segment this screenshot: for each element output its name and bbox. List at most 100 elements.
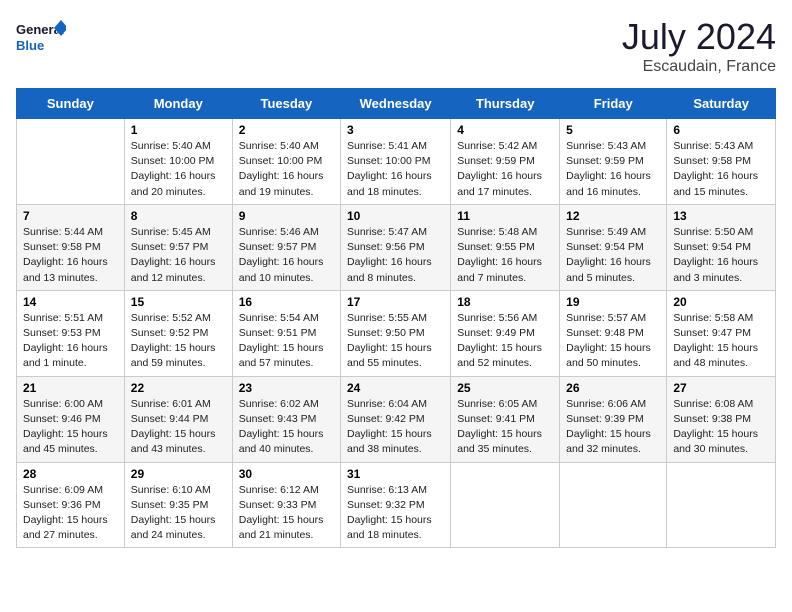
- day-cell: 21 Sunrise: 6:00 AMSunset: 9:46 PMDayligh…: [17, 376, 125, 462]
- day-number: 29: [131, 467, 226, 481]
- day-info: Sunrise: 6:09 AMSunset: 9:36 PMDaylight:…: [23, 483, 118, 544]
- day-cell: 7 Sunrise: 5:44 AMSunset: 9:58 PMDaylight…: [17, 204, 125, 290]
- day-cell: 28 Sunrise: 6:09 AMSunset: 9:36 PMDayligh…: [17, 462, 125, 548]
- header: General Blue July 2024 Escaudain, France: [16, 16, 776, 76]
- week-row-2: 7 Sunrise: 5:44 AMSunset: 9:58 PMDaylight…: [17, 204, 776, 290]
- day-info: Sunrise: 5:40 AMSunset: 10:00 PMDaylight…: [239, 139, 334, 200]
- day-info: Sunrise: 5:54 AMSunset: 9:51 PMDaylight:…: [239, 311, 334, 372]
- day-info: Sunrise: 5:42 AMSunset: 9:59 PMDaylight:…: [457, 139, 553, 200]
- week-row-1: 1 Sunrise: 5:40 AMSunset: 10:00 PMDayligh…: [17, 119, 776, 205]
- day-cell: 5 Sunrise: 5:43 AMSunset: 9:59 PMDaylight…: [560, 119, 667, 205]
- day-info: Sunrise: 6:12 AMSunset: 9:33 PMDaylight:…: [239, 483, 334, 544]
- day-number: 23: [239, 381, 334, 395]
- subtitle: Escaudain, France: [622, 58, 776, 76]
- day-number: 16: [239, 295, 334, 309]
- day-info: Sunrise: 5:43 AMSunset: 9:59 PMDaylight:…: [566, 139, 660, 200]
- day-number: 8: [131, 209, 226, 223]
- day-number: 14: [23, 295, 118, 309]
- day-number: 13: [673, 209, 769, 223]
- day-number: 7: [23, 209, 118, 223]
- day-cell: 23 Sunrise: 6:02 AMSunset: 9:43 PMDayligh…: [232, 376, 340, 462]
- title-area: July 2024 Escaudain, France: [622, 16, 776, 76]
- day-info: Sunrise: 6:06 AMSunset: 9:39 PMDaylight:…: [566, 397, 660, 458]
- col-header-friday: Friday: [560, 89, 667, 119]
- day-number: 12: [566, 209, 660, 223]
- day-cell: [451, 462, 560, 548]
- day-number: 30: [239, 467, 334, 481]
- day-info: Sunrise: 6:01 AMSunset: 9:44 PMDaylight:…: [131, 397, 226, 458]
- day-info: Sunrise: 5:48 AMSunset: 9:55 PMDaylight:…: [457, 225, 553, 286]
- logo: General Blue: [16, 16, 66, 60]
- day-info: Sunrise: 5:45 AMSunset: 9:57 PMDaylight:…: [131, 225, 226, 286]
- day-number: 24: [347, 381, 444, 395]
- day-number: 3: [347, 123, 444, 137]
- day-cell: 10 Sunrise: 5:47 AMSunset: 9:56 PMDayligh…: [341, 204, 451, 290]
- day-number: 2: [239, 123, 334, 137]
- day-number: 5: [566, 123, 660, 137]
- day-cell: 19 Sunrise: 5:57 AMSunset: 9:48 PMDayligh…: [560, 290, 667, 376]
- day-number: 28: [23, 467, 118, 481]
- day-number: 25: [457, 381, 553, 395]
- day-cell: 17 Sunrise: 5:55 AMSunset: 9:50 PMDayligh…: [341, 290, 451, 376]
- day-info: Sunrise: 5:58 AMSunset: 9:47 PMDaylight:…: [673, 311, 769, 372]
- day-cell: 29 Sunrise: 6:10 AMSunset: 9:35 PMDayligh…: [124, 462, 232, 548]
- day-info: Sunrise: 5:47 AMSunset: 9:56 PMDaylight:…: [347, 225, 444, 286]
- day-cell: [667, 462, 776, 548]
- day-cell: 13 Sunrise: 5:50 AMSunset: 9:54 PMDayligh…: [667, 204, 776, 290]
- day-info: Sunrise: 6:13 AMSunset: 9:32 PMDaylight:…: [347, 483, 444, 544]
- day-info: Sunrise: 5:56 AMSunset: 9:49 PMDaylight:…: [457, 311, 553, 372]
- day-info: Sunrise: 5:40 AMSunset: 10:00 PMDaylight…: [131, 139, 226, 200]
- day-cell: 26Sunrise: 6:06 AMSunset: 9:39 PMDayligh…: [560, 376, 667, 462]
- day-number: 10: [347, 209, 444, 223]
- week-row-5: 28 Sunrise: 6:09 AMSunset: 9:36 PMDayligh…: [17, 462, 776, 548]
- day-cell: 16 Sunrise: 5:54 AMSunset: 9:51 PMDayligh…: [232, 290, 340, 376]
- day-number: 1: [131, 123, 226, 137]
- day-cell: 2 Sunrise: 5:40 AMSunset: 10:00 PMDayligh…: [232, 119, 340, 205]
- day-number: 20: [673, 295, 769, 309]
- main-title: July 2024: [622, 16, 776, 58]
- day-info: Sunrise: 6:05 AMSunset: 9:41 PMDaylight:…: [457, 397, 553, 458]
- week-row-3: 14 Sunrise: 5:51 AMSunset: 9:53 PMDayligh…: [17, 290, 776, 376]
- day-number: 21: [23, 381, 118, 395]
- day-number: 18: [457, 295, 553, 309]
- day-cell: 11 Sunrise: 5:48 AMSunset: 9:55 PMDayligh…: [451, 204, 560, 290]
- day-cell: 1 Sunrise: 5:40 AMSunset: 10:00 PMDayligh…: [124, 119, 232, 205]
- day-info: Sunrise: 5:44 AMSunset: 9:58 PMDaylight:…: [23, 225, 118, 286]
- day-info: Sunrise: 6:00 AMSunset: 9:46 PMDaylight:…: [23, 397, 118, 458]
- day-cell: 30 Sunrise: 6:12 AMSunset: 9:33 PMDayligh…: [232, 462, 340, 548]
- day-cell: 18 Sunrise: 5:56 AMSunset: 9:49 PMDayligh…: [451, 290, 560, 376]
- day-cell: 31Sunrise: 6:13 AMSunset: 9:32 PMDayligh…: [341, 462, 451, 548]
- day-info: Sunrise: 6:02 AMSunset: 9:43 PMDaylight:…: [239, 397, 334, 458]
- col-header-wednesday: Wednesday: [341, 89, 451, 119]
- day-info: Sunrise: 5:52 AMSunset: 9:52 PMDaylight:…: [131, 311, 226, 372]
- day-cell: 9Sunrise: 5:46 AMSunset: 9:57 PMDaylight…: [232, 204, 340, 290]
- day-info: Sunrise: 6:08 AMSunset: 9:38 PMDaylight:…: [673, 397, 769, 458]
- day-number: 11: [457, 209, 553, 223]
- day-info: Sunrise: 5:55 AMSunset: 9:50 PMDaylight:…: [347, 311, 444, 372]
- day-number: 27: [673, 381, 769, 395]
- day-cell: 25 Sunrise: 6:05 AMSunset: 9:41 PMDayligh…: [451, 376, 560, 462]
- day-info: Sunrise: 5:41 AMSunset: 10:00 PMDaylight…: [347, 139, 444, 200]
- day-cell: 27 Sunrise: 6:08 AMSunset: 9:38 PMDayligh…: [667, 376, 776, 462]
- day-cell: 3 Sunrise: 5:41 AMSunset: 10:00 PMDayligh…: [341, 119, 451, 205]
- day-info: Sunrise: 6:04 AMSunset: 9:42 PMDaylight:…: [347, 397, 444, 458]
- col-header-monday: Monday: [124, 89, 232, 119]
- day-cell: 8 Sunrise: 5:45 AMSunset: 9:57 PMDaylight…: [124, 204, 232, 290]
- day-info: Sunrise: 5:51 AMSunset: 9:53 PMDaylight:…: [23, 311, 118, 372]
- col-header-tuesday: Tuesday: [232, 89, 340, 119]
- day-number: 22: [131, 381, 226, 395]
- col-header-saturday: Saturday: [667, 89, 776, 119]
- col-header-sunday: Sunday: [17, 89, 125, 119]
- day-info: Sunrise: 5:57 AMSunset: 9:48 PMDaylight:…: [566, 311, 660, 372]
- day-cell: [17, 119, 125, 205]
- day-info: Sunrise: 6:10 AMSunset: 9:35 PMDaylight:…: [131, 483, 226, 544]
- day-number: 17: [347, 295, 444, 309]
- day-cell: [560, 462, 667, 548]
- day-number: 19: [566, 295, 660, 309]
- day-cell: 20 Sunrise: 5:58 AMSunset: 9:47 PMDayligh…: [667, 290, 776, 376]
- day-info: Sunrise: 5:50 AMSunset: 9:54 PMDaylight:…: [673, 225, 769, 286]
- day-number: 15: [131, 295, 226, 309]
- day-cell: 4Sunrise: 5:42 AMSunset: 9:59 PMDaylight…: [451, 119, 560, 205]
- logo-svg: General Blue: [16, 16, 66, 60]
- svg-text:Blue: Blue: [16, 38, 44, 53]
